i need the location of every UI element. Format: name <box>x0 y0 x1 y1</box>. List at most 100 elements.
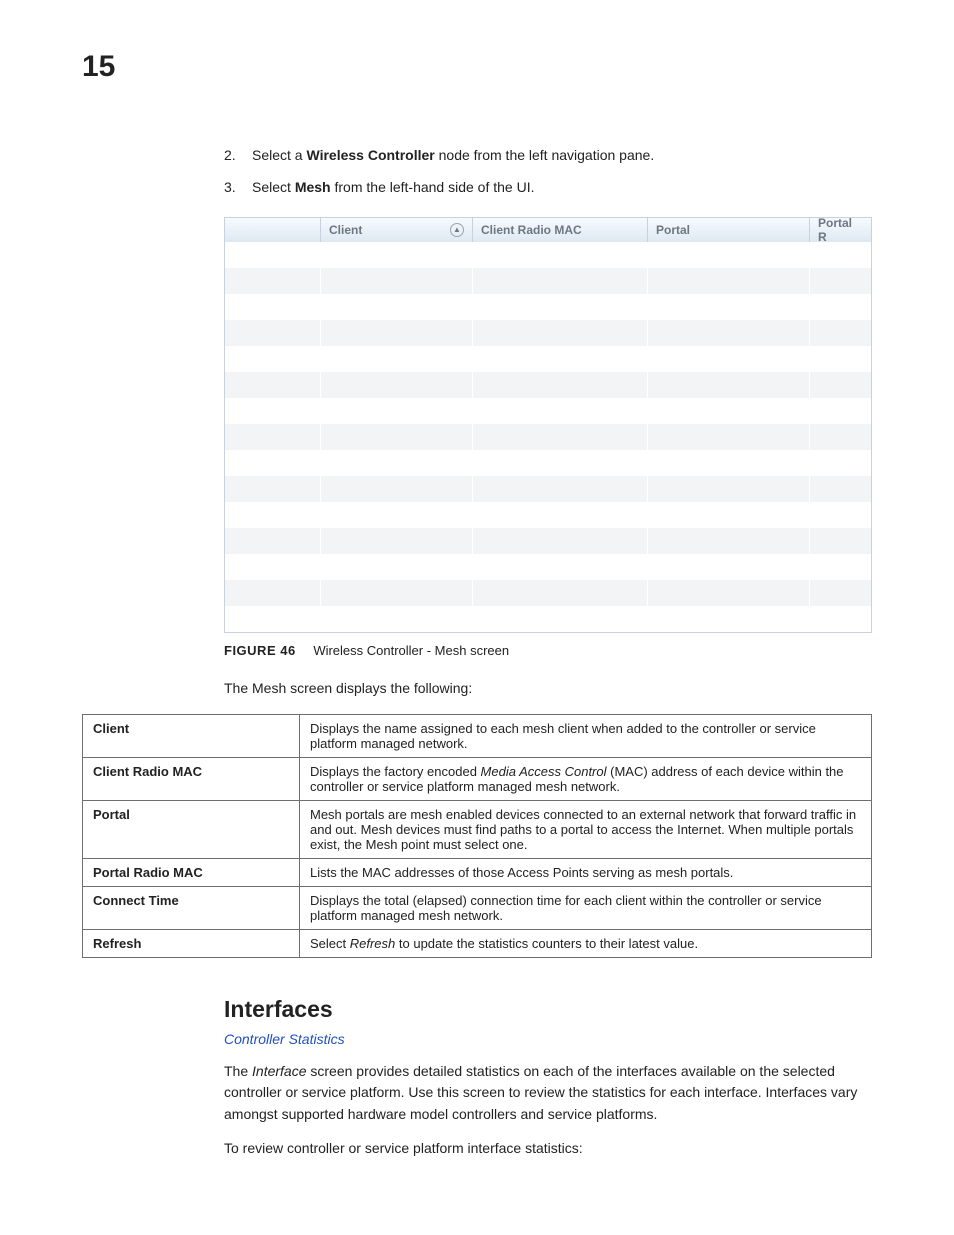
mesh-data-row[interactable] <box>225 580 871 606</box>
mesh-data-row[interactable] <box>225 424 871 450</box>
mesh-cell <box>648 606 810 632</box>
step-number: 3. <box>224 176 236 198</box>
table-row: ClientDisplays the name assigned to each… <box>83 714 872 757</box>
definition-text: Displays the name assigned to each mesh … <box>310 721 816 751</box>
mesh-cell <box>648 502 810 528</box>
step-number: 2. <box>224 144 236 166</box>
mesh-cell <box>321 372 473 398</box>
mesh-cell <box>648 242 810 268</box>
mesh-cell <box>648 450 810 476</box>
definition-term: Portal Radio MAC <box>83 858 300 886</box>
mesh-cell <box>321 398 473 424</box>
steps-block: 2.Select a Wireless Controller node from… <box>224 144 872 199</box>
mesh-cell <box>473 424 648 450</box>
mesh-cell <box>473 268 648 294</box>
mesh-cell <box>810 502 871 528</box>
page-number: 15 <box>82 50 872 84</box>
figure-caption: FIGURE 46 Wireless Controller - Mesh scr… <box>224 643 872 658</box>
mesh-cell <box>810 580 871 606</box>
mesh-cell <box>225 580 321 606</box>
mesh-header-label: Client <box>329 223 362 237</box>
mesh-header-blank[interactable] <box>225 217 321 242</box>
mesh-cell <box>648 372 810 398</box>
definition-desc: Mesh portals are mesh enabled devices co… <box>300 800 872 858</box>
definition-term: Portal <box>83 800 300 858</box>
definition-text: Select <box>310 936 350 951</box>
definition-text: Lists the MAC addresses of those Access … <box>310 865 733 880</box>
mesh-cell <box>810 606 871 632</box>
definition-text: Displays the total (elapsed) connection … <box>310 893 822 923</box>
definition-term: Client Radio MAC <box>83 757 300 800</box>
mesh-cell <box>810 320 871 346</box>
definition-desc: Displays the factory encoded Media Acces… <box>300 757 872 800</box>
figure-label: FIGURE 46 <box>224 643 296 658</box>
mesh-data-row[interactable] <box>225 606 871 632</box>
mesh-data-row[interactable] <box>225 476 871 502</box>
mesh-cell <box>321 294 473 320</box>
mesh-cell <box>321 606 473 632</box>
mesh-cell <box>810 554 871 580</box>
mesh-cell <box>473 294 648 320</box>
step-bold: Wireless Controller <box>306 147 434 163</box>
mesh-header-client[interactable]: Client ▲ <box>321 217 473 242</box>
mesh-cell <box>321 554 473 580</box>
mesh-cell <box>810 242 871 268</box>
mesh-cell <box>225 606 321 632</box>
mesh-header-label: Client Radio MAC <box>481 223 582 237</box>
mesh-cell <box>810 528 871 554</box>
table-row: RefreshSelect Refresh to update the stat… <box>83 929 872 957</box>
mesh-cell <box>473 320 648 346</box>
mesh-cell <box>648 580 810 606</box>
mesh-cell <box>648 476 810 502</box>
mesh-data-row[interactable] <box>225 450 871 476</box>
mesh-data-row[interactable] <box>225 502 871 528</box>
controller-statistics-link[interactable]: Controller Statistics <box>224 1031 872 1047</box>
interfaces-paragraph-2: To review controller or service platform… <box>224 1138 872 1160</box>
mesh-cell <box>225 372 321 398</box>
mesh-cell <box>473 476 648 502</box>
para-italic: Interface <box>252 1063 306 1079</box>
mesh-cell <box>648 528 810 554</box>
table-row: Portal Radio MAC Lists the MAC addresses … <box>83 858 872 886</box>
mesh-cell <box>321 268 473 294</box>
mesh-header-portal-r[interactable]: Portal R <box>810 217 871 242</box>
mesh-cell <box>473 502 648 528</box>
mesh-cell <box>321 346 473 372</box>
mesh-cell <box>225 554 321 580</box>
mesh-cell <box>648 554 810 580</box>
mesh-data-row[interactable] <box>225 554 871 580</box>
mesh-cell <box>321 528 473 554</box>
mesh-data-row[interactable] <box>225 528 871 554</box>
step-text: from the left-hand side of the UI. <box>331 179 535 195</box>
mesh-data-row[interactable] <box>225 294 871 320</box>
mesh-cell <box>810 372 871 398</box>
definition-term: Connect Time <box>83 886 300 929</box>
step-text: Select <box>252 179 295 195</box>
mesh-cell <box>225 242 321 268</box>
document-page: 15 2.Select a Wireless Controller node f… <box>0 0 954 1235</box>
definition-table: ClientDisplays the name assigned to each… <box>82 714 872 958</box>
step-bold: Mesh <box>295 179 331 195</box>
mesh-cell <box>321 580 473 606</box>
mesh-data-row[interactable] <box>225 346 871 372</box>
definition-text: Displays the factory encoded <box>310 764 481 779</box>
definition-text: Mesh portals are mesh enabled devices co… <box>310 807 856 852</box>
mesh-data-row[interactable] <box>225 372 871 398</box>
mesh-data-row[interactable] <box>225 398 871 424</box>
mesh-cell <box>225 476 321 502</box>
mesh-data-row[interactable] <box>225 268 871 294</box>
mesh-cell <box>648 424 810 450</box>
mesh-header-portal[interactable]: Portal <box>648 217 810 242</box>
mesh-header-client-radio-mac[interactable]: Client Radio MAC <box>473 217 648 242</box>
definition-term: Refresh <box>83 929 300 957</box>
mesh-cell <box>648 346 810 372</box>
mesh-data-row[interactable] <box>225 242 871 268</box>
step-item: 2.Select a Wireless Controller node from… <box>224 144 872 166</box>
mesh-data-row[interactable] <box>225 320 871 346</box>
mesh-cell <box>810 346 871 372</box>
sort-asc-icon[interactable]: ▲ <box>450 223 464 237</box>
mesh-cell <box>321 476 473 502</box>
para-text: screen provides detailed statistics on e… <box>224 1063 857 1122</box>
mesh-cell <box>473 242 648 268</box>
mesh-cell <box>225 346 321 372</box>
